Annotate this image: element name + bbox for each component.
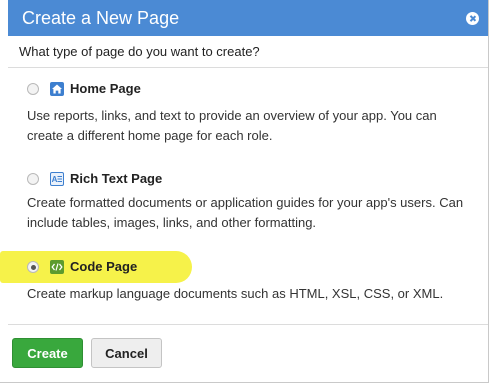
create-page-dialog: Create a New Page What type of page do y… [0,0,489,383]
close-icon[interactable] [466,12,479,25]
dialog-titlebar: Create a New Page [8,0,488,36]
page-type-question: What type of page do you want to create? [19,44,260,59]
divider [8,67,488,68]
dialog-title: Create a New Page [22,8,180,28]
rich-text-icon: A [50,172,64,186]
code-page-description: Create markup language documents such as… [27,286,444,301]
option-code-page[interactable]: Code Page Create markup language documen… [0,258,489,308]
rich-text-page-radio[interactable] [27,173,39,185]
rich-text-page-title: Rich Text Page [70,171,163,186]
home-page-title: Home Page [70,81,141,96]
option-rich-text-page[interactable]: A Rich Text Page Create formatted docume… [0,168,489,240]
code-page-title: Code Page [70,259,138,274]
home-icon [50,82,64,96]
home-page-description: Use reports, links, and text to provide … [27,108,437,143]
svg-text:A: A [52,175,58,184]
code-icon [50,260,64,274]
option-home-page[interactable]: Home Page Use reports, links, and text t… [0,78,489,148]
code-page-radio[interactable] [27,261,39,273]
create-button[interactable]: Create [12,338,83,368]
home-page-radio[interactable] [27,83,39,95]
rich-text-page-description: Create formatted documents or applicatio… [27,195,464,230]
divider [8,324,488,325]
cancel-button[interactable]: Cancel [91,338,162,368]
